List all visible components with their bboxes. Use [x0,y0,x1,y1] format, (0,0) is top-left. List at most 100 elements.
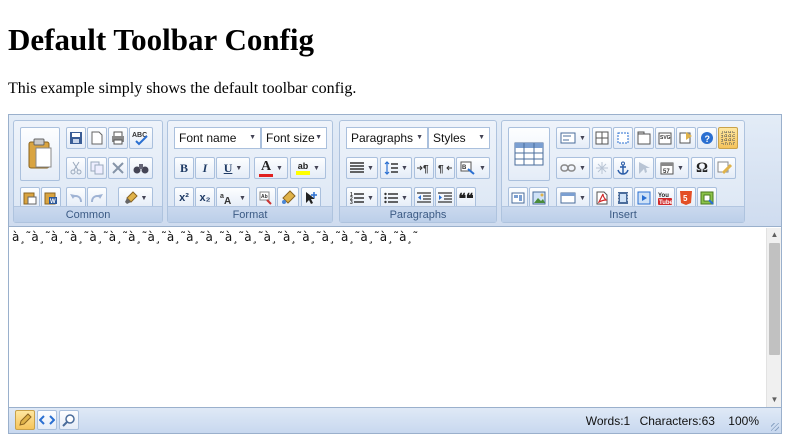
bookmark-icon [639,162,650,174]
calendar-icon: 57 [660,162,674,175]
chevron-down-icon: ▼ [249,134,256,141]
flash-icon [700,191,714,205]
toggle-borders-button[interactable] [718,127,738,149]
copy-button[interactable] [87,157,107,179]
table-icon [514,142,544,166]
html5-icon: 5 [680,191,692,205]
insert-table-button[interactable] [508,127,550,181]
format-painter-icon [282,190,296,204]
font-size-select[interactable]: Font size ▼ [261,127,327,149]
print-button[interactable] [108,127,128,149]
image-icon [532,191,546,205]
undo-icon [70,194,82,203]
new-document-button[interactable] [87,127,107,149]
bold-button[interactable]: B [174,157,194,179]
print-icon [112,131,124,145]
cursor-plus-icon [306,192,317,204]
insert-link-button[interactable]: ▼ [556,157,590,179]
line-spacing-button[interactable]: ▼ [380,157,412,179]
pencil-icon [19,413,32,426]
grid-icon [595,131,609,145]
insert-frame-button[interactable] [613,127,633,149]
svg-text:¶: ¶ [423,164,429,174]
save-button[interactable] [66,127,86,149]
omega-icon: Ω [695,159,708,176]
editor-content-area[interactable]: à¸˜à¸˜à¸˜à¸˜à¸˜à¸˜à¸˜à¸˜à¸˜à¸˜à¸˜à¸˜à¸˜à… [9,228,766,407]
align-justify-icon [350,162,365,173]
toolbar-group-insert: ▼ SVG ? ▼ 57 ▼ Ω ▼ You Tube 5 Insert [501,120,745,223]
page-description: This example simply shows the default to… [8,80,357,97]
form-icon [560,132,576,144]
highlight-button[interactable]: ab ▼ [290,157,326,179]
styles-select[interactable]: Styles ▼ [428,127,490,149]
rich-text-editor: ABC W ▼ Common Font name ▼ Font size ▼ B… [8,114,782,434]
insert-template-button[interactable] [676,127,696,149]
zoom-level[interactable]: 100% [728,414,759,428]
group-label-paragraphs: Paragraphs [340,206,496,222]
rtl-button[interactable]: ¶ [435,157,455,179]
italic-button[interactable]: I [195,157,215,179]
svg-text:¶: ¶ [438,164,444,174]
code-icon: SVG [658,132,672,145]
redo-icon [91,194,103,203]
film-icon [618,192,628,204]
insert-div-button[interactable] [592,127,612,149]
box-icon [637,131,651,145]
scroll-up-icon[interactable]: ▲ [767,228,782,242]
preview-mode-button[interactable] [59,410,79,430]
delete-button[interactable] [108,157,128,179]
ltr-button[interactable]: ¶ [414,157,434,179]
font-color-bar [259,173,274,177]
insert-code-button[interactable]: SVG [655,127,675,149]
zoom-icon [62,414,75,427]
resize-grip-icon[interactable] [771,423,779,431]
insert-snippet-button[interactable] [714,157,736,179]
help-button[interactable]: ? [697,127,717,149]
scrollbar-thumb[interactable] [769,243,780,355]
insert-bookmark-button[interactable] [634,157,654,179]
media-icon [637,191,651,205]
snippet-icon [717,161,733,175]
insert-box-button[interactable] [634,127,654,149]
editor-stats: Words:1 Characters:63 100% [580,414,759,428]
block-format-icon: B [460,161,475,175]
svg-text:57: 57 [663,169,670,175]
cut-button[interactable] [66,157,86,179]
remove-link-button[interactable] [592,157,612,179]
youtube-icon: YouTube [658,193,673,206]
html-mode-button[interactable] [37,410,57,430]
insert-date-button[interactable]: 57 ▼ [655,157,689,179]
group-label-format: Format [168,206,332,222]
insert-symbol-button[interactable]: Ω [691,157,713,179]
svg-text:?: ? [705,134,711,144]
insert-anchor-button[interactable] [613,157,633,179]
bullet-list-icon [384,192,399,204]
layer-icon [511,192,525,204]
underline-button[interactable]: U ▼ [216,157,250,179]
pdf-icon [596,191,608,205]
font-size-value: Font size [266,131,315,145]
group-label-common: Common [14,206,162,222]
scroll-down-icon[interactable]: ▼ [767,393,782,407]
vertical-scrollbar[interactable]: ▲ ▼ [766,228,781,407]
font-color-button[interactable]: A ▼ [254,157,288,179]
find-button[interactable] [129,157,153,179]
font-name-select[interactable]: Font name ▼ [174,127,261,149]
word-count: Words:1 [585,414,631,428]
spellcheck-icon: ABC [132,132,148,146]
chevron-down-icon: ▼ [478,134,485,141]
paragraph-style-value: Paragraphs [351,131,414,145]
code-view-icon [39,415,55,425]
paste-button[interactable] [20,127,60,181]
binoculars-icon [133,164,149,174]
chevron-down-icon: ▼ [416,134,423,141]
align-button[interactable]: ▼ [346,157,378,179]
insert-form-button[interactable]: ▼ [556,127,590,149]
paragraph-style-select[interactable]: Paragraphs ▼ [346,127,428,149]
design-mode-button[interactable] [15,410,35,430]
spellcheck-button[interactable]: ABC [129,127,153,149]
line-spacing-icon [384,161,399,175]
status-bar: Words:1 Characters:63 100% [9,407,781,433]
brush-icon [124,191,138,204]
block-format-button[interactable]: B ▼ [456,157,490,179]
